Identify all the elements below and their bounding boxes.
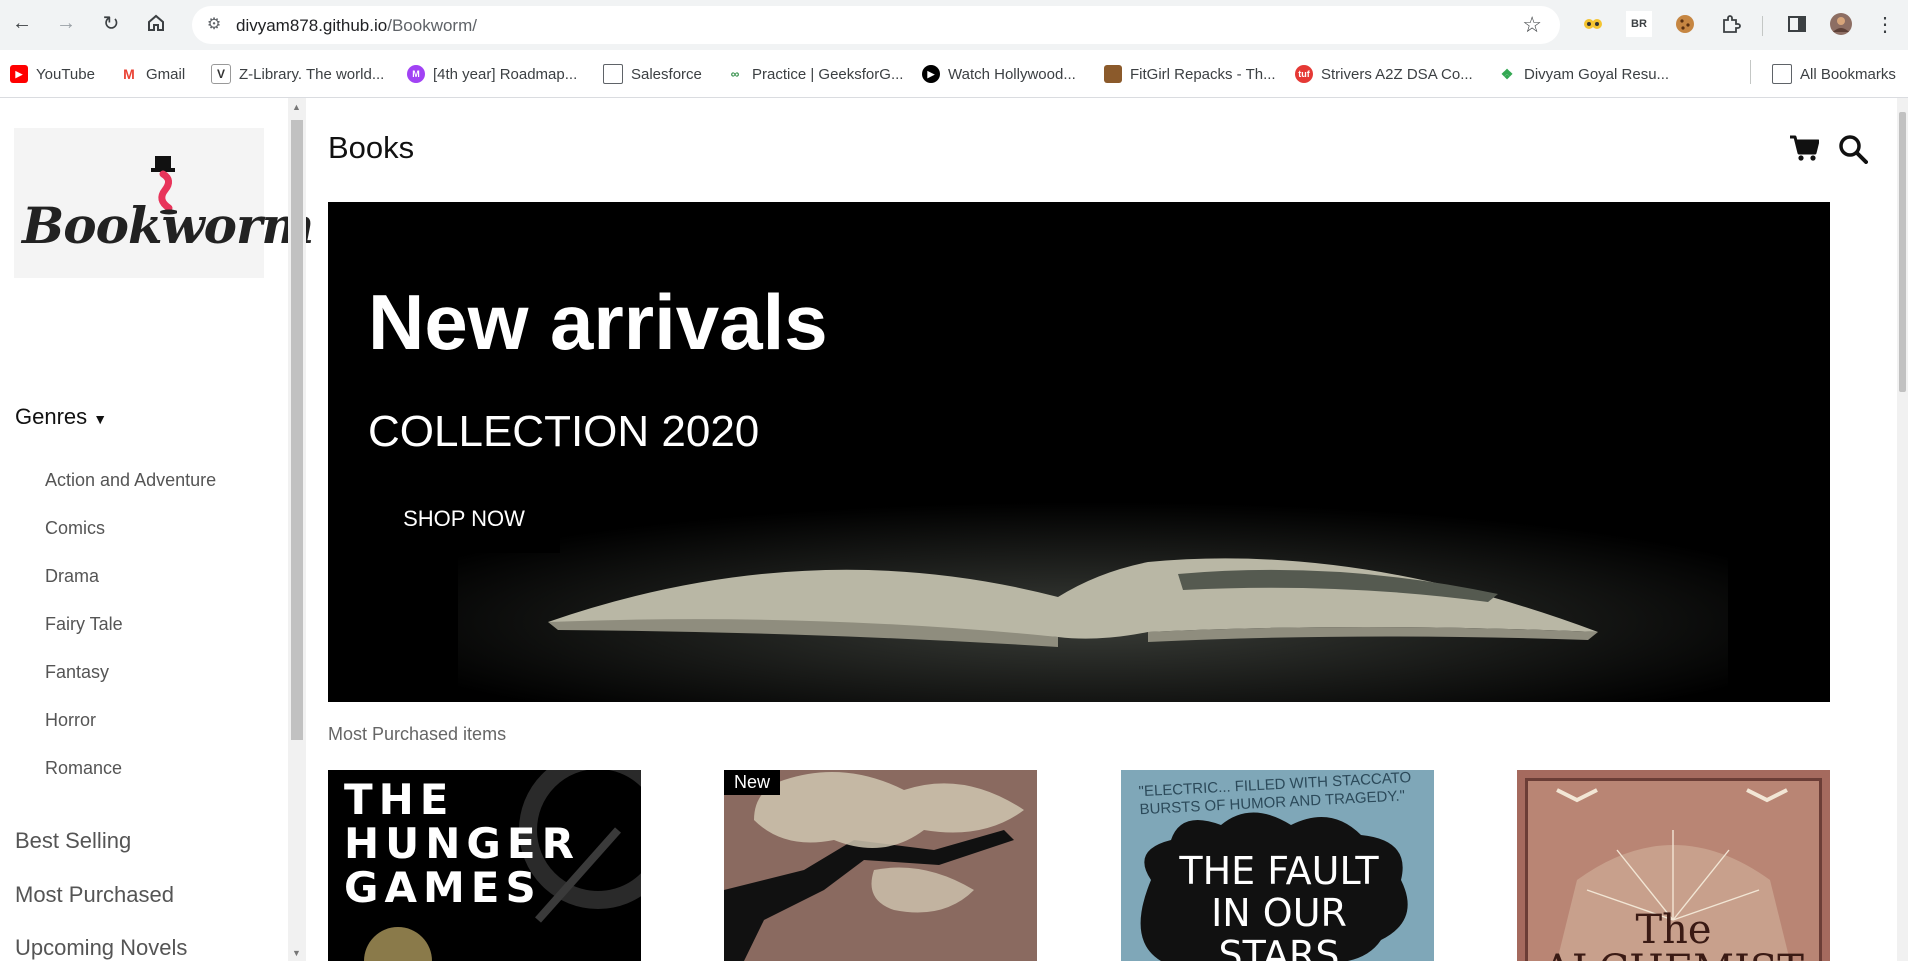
new-badge: New: [724, 770, 781, 795]
url-text: divyam878.github.io/Bookworm/: [236, 16, 477, 35]
bookmark-resume[interactable]: ❖ Divyam Goyal Resu...: [1498, 63, 1669, 85]
book-card-alchemist[interactable]: The ALCHEMIST: [1517, 770, 1830, 961]
roadmap-icon: M: [407, 65, 425, 83]
banner-heading: New arrivals: [368, 278, 828, 366]
resume-icon: ❖: [1498, 65, 1516, 83]
home-icon[interactable]: [142, 9, 170, 37]
genre-horror[interactable]: Horror: [45, 710, 216, 758]
site-info-icon[interactable]: ⚙: [204, 15, 224, 35]
all-bookmarks[interactable]: All Bookmarks: [1772, 63, 1896, 85]
extension-br-icon[interactable]: BR: [1626, 11, 1652, 37]
folder-icon: [1772, 64, 1792, 84]
bookmark-zlibrary[interactable]: V Z-Library. The world...: [211, 63, 384, 85]
main-content: Books New arrivals COLLECTION 2020 SHOP …: [307, 98, 1897, 961]
genre-fantasy[interactable]: Fantasy: [45, 662, 216, 710]
banner-subheading: COLLECTION 2020: [368, 407, 760, 456]
section-title: Most Purchased items: [328, 724, 507, 744]
bookmark-strivers[interactable]: tuf Strivers A2Z DSA Co...: [1295, 63, 1473, 85]
bookmark-geeksforgeeks[interactable]: ∞ Practice | GeeksforG...: [726, 63, 903, 85]
scroll-down-icon[interactable]: ▼: [292, 948, 301, 958]
sidebar-scroll-thumb[interactable]: [291, 120, 303, 740]
profile-avatar[interactable]: [1828, 11, 1854, 37]
bookmarks-bar: ▶ YouTube M Gmail V Z-Library. The world...…: [0, 50, 1908, 98]
extension-eyes-icon[interactable]: [1580, 11, 1606, 37]
tree-cover: [724, 772, 1024, 961]
book-title: THE FAULT IN OUR STARS: [1179, 849, 1379, 961]
bookmark-salesforce[interactable]: Salesforce: [603, 63, 702, 85]
geeksforgeeks-icon: ∞: [726, 65, 744, 83]
bookmark-hollywood[interactable]: ▶ Watch Hollywood...: [922, 63, 1076, 85]
search-icon[interactable]: [1838, 134, 1868, 164]
bookmark-star-icon[interactable]: ☆: [1522, 12, 1542, 38]
book-card-fault-in-our-stars[interactable]: "ELECTRIC... FILLED WITH STACCATO BURSTS…: [1121, 770, 1434, 961]
gmail-icon: M: [120, 65, 138, 83]
genre-comics[interactable]: Comics: [45, 518, 216, 566]
fitgirl-icon: [1104, 65, 1122, 83]
genre-action-adventure[interactable]: Action and Adventure: [45, 470, 216, 518]
hero-banner: New arrivals COLLECTION 2020 SHOP NOW: [328, 202, 1830, 702]
reload-icon[interactable]: ↻: [97, 9, 125, 37]
zlibrary-icon: V: [211, 64, 231, 84]
bookmark-roadmap[interactable]: M [4th year] Roadmap...: [407, 63, 577, 85]
genre-drama[interactable]: Drama: [45, 566, 216, 614]
best-selling-link[interactable]: Best Selling: [15, 828, 131, 854]
folder-icon: [603, 64, 623, 84]
browser-toolbar: ← → ↻ ⚙ divyam878.github.io/Bookworm/ ☆ …: [0, 0, 1908, 50]
side-panel-icon[interactable]: [1784, 11, 1810, 37]
extensions-puzzle-icon[interactable]: [1718, 11, 1744, 37]
open-book-image: [458, 502, 1728, 702]
logo-wordmark: Bookworm: [22, 196, 314, 255]
play-icon: ▶: [922, 65, 940, 83]
upcoming-novels-link[interactable]: Upcoming Novels: [15, 935, 187, 961]
bookmark-gmail[interactable]: M Gmail: [120, 63, 185, 85]
genre-fairy-tale[interactable]: Fairy Tale: [45, 614, 216, 662]
shop-now-button[interactable]: SHOP NOW: [368, 485, 560, 553]
youtube-icon: ▶: [10, 65, 28, 83]
genres-dropdown[interactable]: Genres ▼: [15, 404, 107, 430]
book-title: THE HUNGER GAMES: [344, 775, 580, 912]
address-bar[interactable]: ⚙ divyam878.github.io/Bookworm/ ☆: [192, 6, 1560, 44]
cart-icon[interactable]: [1789, 134, 1819, 162]
sidebar: Bookworm Genres ▼ Action and Adventure C…: [0, 98, 314, 961]
genre-romance[interactable]: Romance: [45, 758, 216, 806]
toolbar-divider: [1762, 16, 1763, 36]
bookmark-youtube[interactable]: ▶ YouTube: [10, 63, 95, 85]
back-icon[interactable]: ←: [8, 9, 36, 37]
genre-list: Action and Adventure Comics Drama Fairy …: [45, 470, 216, 806]
page-scroll-thumb[interactable]: [1899, 112, 1906, 392]
bookmarks-divider: [1750, 60, 1751, 84]
browser-menu-icon[interactable]: ⋮: [1872, 11, 1898, 37]
most-purchased-link[interactable]: Most Purchased: [15, 882, 174, 908]
sidebar-scrollbar[interactable]: ▲ ▼: [288, 98, 306, 961]
bookworm-logo[interactable]: Bookworm: [14, 128, 314, 278]
scroll-up-icon[interactable]: ▲: [292, 102, 301, 112]
forward-icon[interactable]: →: [52, 9, 80, 37]
book-title: The ALCHEMIST: [1543, 907, 1804, 961]
caret-down-icon: ▼: [93, 411, 108, 427]
tuf-icon: tuf: [1295, 65, 1313, 83]
page-scrollbar[interactable]: [1897, 98, 1908, 961]
page-title: Books: [328, 130, 415, 165]
bookmark-fitgirl[interactable]: FitGirl Repacks - Th...: [1104, 63, 1276, 85]
extension-cookie-icon[interactable]: [1672, 11, 1698, 37]
book-card-tree[interactable]: New: [724, 770, 1037, 961]
book-card-hunger-games[interactable]: THE HUNGER GAMES: [328, 770, 641, 961]
